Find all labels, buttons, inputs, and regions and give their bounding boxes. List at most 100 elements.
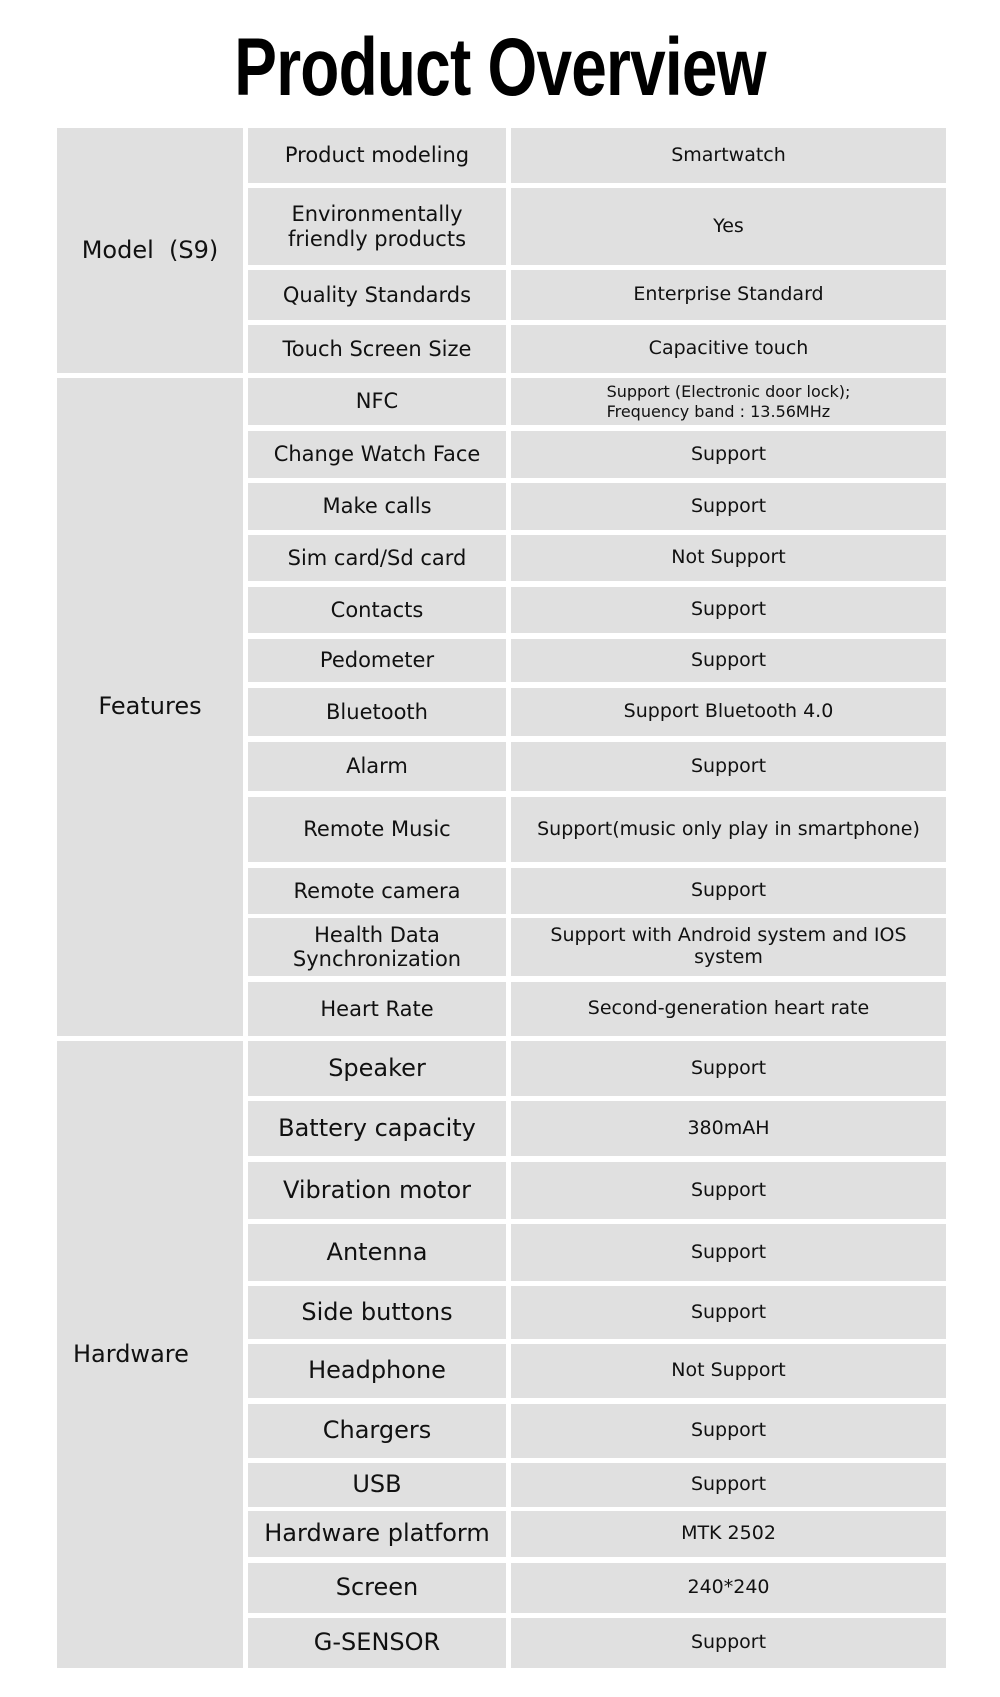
spec-label-text: Remote camera xyxy=(293,878,461,903)
spec-value-text: Capacitive touch xyxy=(648,337,809,360)
spec-value-text: Support xyxy=(690,494,767,517)
spec-label-text: Touch Screen Size xyxy=(282,336,472,361)
spec-value-text: 380mAH xyxy=(687,1116,770,1139)
spec-label: NFC xyxy=(248,378,506,425)
spec-value-text: Support xyxy=(690,1473,767,1496)
spec-value-text: Support xyxy=(690,648,767,671)
group-hardware-text: Hardware xyxy=(73,1339,189,1368)
spec-value-text: Support xyxy=(690,1419,767,1442)
spec-label: Heart Rate xyxy=(248,982,506,1036)
spec-label-text: Quality Standards xyxy=(282,282,472,307)
spec-label-text: Product modeling xyxy=(284,143,470,168)
spec-label: Chargers xyxy=(248,1404,506,1458)
spec-value-text: Support xyxy=(690,1240,767,1263)
spec-label-text: Speaker xyxy=(328,1053,426,1082)
spec-value-text: Support xyxy=(690,1300,767,1323)
spec-label: Battery capacity xyxy=(248,1101,506,1156)
spec-label: Quality Standards xyxy=(248,270,506,320)
spec-value-text: Support xyxy=(690,754,767,777)
spec-value: Yes xyxy=(511,188,946,265)
spec-label-text: Antenna xyxy=(326,1237,428,1266)
group-hardware: Hardware xyxy=(57,1041,243,1668)
spec-value-text: Support xyxy=(690,598,767,621)
spec-value: Support xyxy=(511,1162,946,1219)
group-model: Model (S9) xyxy=(57,128,243,373)
spec-label-text: Screen xyxy=(335,1573,419,1602)
spec-value-text: Not Support xyxy=(671,1359,786,1382)
spec-value-text: Support (Electronic door lock); Frequenc… xyxy=(606,382,851,421)
spec-value-text: MTK 2502 xyxy=(681,1522,776,1545)
group-features-text: Features xyxy=(98,692,202,721)
group-features: Features xyxy=(57,378,243,1036)
spec-label: Make calls xyxy=(248,483,506,530)
spec-label-text: Bluetooth xyxy=(326,699,428,724)
spec-value-text: 240*240 xyxy=(687,1576,770,1599)
spec-label: Sim card/Sd card xyxy=(248,535,506,581)
spec-label: Alarm xyxy=(248,742,506,791)
spec-label: Remote camera xyxy=(248,868,506,914)
spec-label: Headphone xyxy=(248,1344,506,1398)
spec-value: Support xyxy=(511,1041,946,1096)
spec-value-text: Support xyxy=(690,1631,767,1654)
spec-value-text: Support xyxy=(690,1178,767,1201)
spec-label: Remote Music xyxy=(248,797,506,862)
spec-label: Bluetooth xyxy=(248,688,506,736)
spec-value: Not Support xyxy=(511,535,946,581)
page-title: Product Overview xyxy=(234,22,766,113)
spec-value-text: Yes xyxy=(713,214,744,237)
spec-label-text: Side buttons xyxy=(301,1297,453,1326)
spec-label: Vibration motor xyxy=(248,1162,506,1219)
spec-value: Enterprise Standard xyxy=(511,270,946,320)
spec-label: Hardware platform xyxy=(248,1511,506,1557)
spec-value: Support with Android system and IOS syst… xyxy=(511,918,946,976)
spec-label: Contacts xyxy=(248,587,506,633)
spec-label-text: Pedometer xyxy=(319,648,435,673)
spec-label-text: Hardware platform xyxy=(264,1519,490,1548)
spec-label: Speaker xyxy=(248,1041,506,1096)
spec-label: Antenna xyxy=(248,1224,506,1281)
spec-value: Support xyxy=(511,639,946,682)
spec-value-text: Support(music only play in smartphone) xyxy=(537,817,920,840)
spec-value: Second-generation heart rate xyxy=(511,982,946,1036)
spec-value: Support xyxy=(511,742,946,791)
spec-label-text: Heart Rate xyxy=(320,996,434,1021)
spec-value: Support xyxy=(511,1404,946,1458)
spec-label: Change Watch Face xyxy=(248,431,506,478)
spec-value-text: Support Bluetooth 4.0 xyxy=(623,700,834,723)
spec-label-text: Environmentally friendly products xyxy=(287,202,467,251)
spec-value: 380mAH xyxy=(511,1101,946,1156)
spec-value: Support xyxy=(511,1224,946,1281)
spec-label-text: Battery capacity xyxy=(278,1113,476,1142)
spec-value-text: Smartwatch xyxy=(671,143,786,166)
spec-value-text: Support xyxy=(690,1056,767,1079)
spec-value: Not Support xyxy=(511,1344,946,1398)
spec-label-text: Sim card/Sd card xyxy=(287,545,467,570)
spec-value: Support xyxy=(511,587,946,633)
spec-value: Smartwatch xyxy=(511,128,946,183)
spec-label-text: Remote Music xyxy=(303,817,451,842)
group-model-text: Model (S9) xyxy=(81,235,219,264)
spec-label-text: Vibration motor xyxy=(283,1175,471,1204)
spec-value: Support xyxy=(511,483,946,530)
spec-value-text: Not Support xyxy=(671,546,786,569)
spec-label: Environmentally friendly products xyxy=(248,188,506,265)
spec-label: G-SENSOR xyxy=(248,1618,506,1668)
spec-value: Support xyxy=(511,1618,946,1668)
spec-value-text: Second-generation heart rate xyxy=(587,997,870,1020)
spec-label-text: G-SENSOR xyxy=(313,1628,441,1657)
spec-value-text: Support xyxy=(690,879,767,902)
spec-value: Support xyxy=(511,868,946,914)
spec-value: Support Bluetooth 4.0 xyxy=(511,688,946,736)
spec-label: Touch Screen Size xyxy=(248,325,506,373)
spec-value: MTK 2502 xyxy=(511,1511,946,1557)
spec-label: Health Data Synchronization xyxy=(248,918,506,976)
spec-value-text: Support with Android system and IOS syst… xyxy=(550,924,907,968)
spec-value: Support xyxy=(511,1463,946,1507)
spec-label: Pedometer xyxy=(248,639,506,682)
spec-value: Support xyxy=(511,431,946,478)
spec-label: Side buttons xyxy=(248,1286,506,1339)
spec-value: Capacitive touch xyxy=(511,325,946,373)
spec-label-text: USB xyxy=(352,1470,402,1499)
spec-label-text: Headphone xyxy=(308,1356,446,1385)
spec-label-text: Health Data Synchronization xyxy=(292,922,462,971)
